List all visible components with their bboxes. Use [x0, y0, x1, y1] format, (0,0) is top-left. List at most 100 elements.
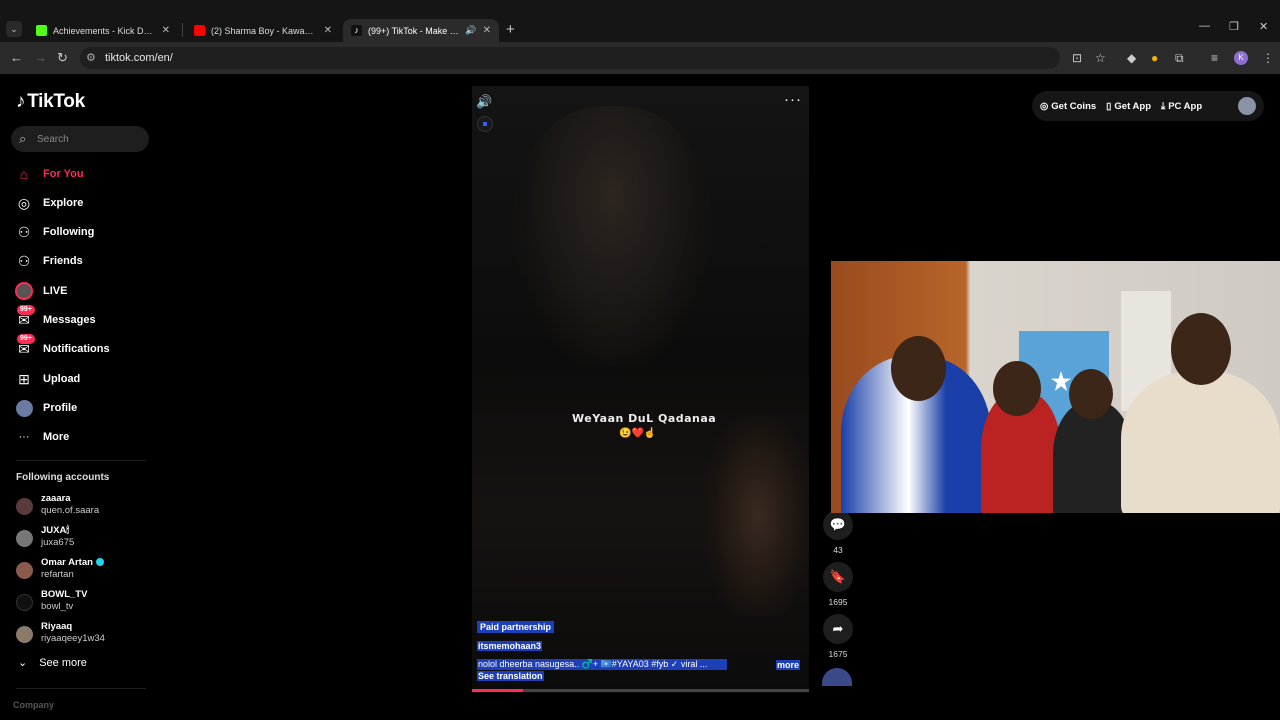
extension-icon[interactable]: ◆: [1127, 51, 1136, 65]
account-handle: refartan: [41, 569, 74, 580]
install-app-icon[interactable]: ⊡: [1072, 51, 1082, 65]
messages-badge: 99+: [17, 305, 35, 315]
account-handle: bowl_tv: [41, 601, 74, 612]
tab-tiktok[interactable]: ♪ (99+) TikTok - Make Your Day 🔊 ✕: [343, 19, 499, 42]
site-info-icon[interactable]: ⚙: [86, 51, 96, 64]
search-icon: ⌕: [19, 131, 27, 146]
nav-following[interactable]: ⚇ Following: [14, 221, 95, 243]
comment-action[interactable]: 💬 43: [822, 510, 854, 555]
account-handle: quen.of.saara: [41, 505, 100, 516]
media-controls-icon[interactable]: ≡: [1211, 51, 1218, 65]
nav-friends[interactable]: ⚇ Friends: [14, 250, 83, 272]
audio-playing-icon[interactable]: 🔊: [465, 25, 476, 36]
search-input[interactable]: [37, 130, 141, 148]
account-handle: riyaaqeey1w34: [41, 633, 105, 644]
messages-icon: ✉ 99+: [14, 305, 35, 330]
tiktok-logo[interactable]: ♪ TikTok: [16, 91, 85, 113]
tiktok-favicon-icon: ♪: [351, 25, 362, 36]
account-name: Omar Artan: [41, 557, 93, 568]
extension-coin-icon[interactable]: ●: [1151, 51, 1158, 65]
kick-favicon-icon: [36, 25, 47, 36]
extensions-puzzle-icon[interactable]: ⧉: [1175, 51, 1184, 66]
see-more-button[interactable]: ⌄ See more: [18, 656, 87, 670]
close-window-button[interactable]: ✕: [1259, 20, 1268, 33]
browser-menu-icon[interactable]: ⋮: [1262, 51, 1274, 65]
get-coins-button[interactable]: ◎ Get Coins: [1040, 101, 1096, 112]
video-author-link[interactable]: itsmemohaan3: [477, 641, 543, 651]
volume-icon[interactable]: 🔊: [476, 94, 492, 110]
tiktok-note-icon: ♪: [16, 91, 26, 112]
nav-profile[interactable]: Profile: [14, 397, 77, 419]
video-overlay-emoji: 😉❤️☝️: [619, 428, 657, 439]
see-translation-button[interactable]: See translation: [477, 671, 544, 681]
nav-live[interactable]: LIVE: [14, 280, 67, 302]
nav-label: Following: [43, 226, 95, 238]
tab-close-icon[interactable]: ✕: [162, 25, 170, 36]
bookmark-star-icon[interactable]: ☆: [1095, 51, 1106, 65]
avatar: [16, 530, 33, 547]
notifications-badge: 99+: [17, 334, 35, 344]
nav-notifications[interactable]: ✉ 99+ Notifications: [14, 334, 110, 360]
following-icon: ⚇: [17, 223, 31, 240]
music-disc-avatar[interactable]: [822, 668, 852, 686]
nav-messages[interactable]: ✉ 99+ Messages: [14, 305, 96, 331]
friends-icon: ⚇: [17, 252, 31, 269]
video-more-options-icon[interactable]: ···: [784, 91, 802, 108]
search-box[interactable]: ⌕: [11, 126, 149, 152]
coin-icon: ◎: [1040, 100, 1049, 112]
new-tab-button[interactable]: +: [506, 21, 515, 38]
more-icon: ···: [18, 431, 30, 443]
avatar: [16, 498, 33, 515]
tab-youtube[interactable]: (2) Sharma Boy - Kawadanaade ✕: [186, 19, 340, 42]
caption-more-button[interactable]: more: [776, 660, 801, 670]
get-coins-label: Get Coins: [1051, 100, 1097, 112]
person-head: [891, 336, 946, 401]
tab-title: (99+) TikTok - Make Your Day: [368, 25, 460, 36]
sidebar-divider: [16, 688, 146, 689]
person-head: [993, 361, 1041, 416]
save-action[interactable]: 🔖 1695: [822, 562, 854, 607]
person-head: [1069, 369, 1113, 419]
video-progress-bar[interactable]: [472, 689, 809, 692]
progress-fill: [472, 689, 523, 692]
reload-button[interactable]: ↻: [57, 50, 68, 66]
account-name: Riyaaq: [41, 621, 73, 632]
save-count: 1695: [828, 597, 848, 607]
forward-button[interactable]: →: [34, 50, 47, 65]
tab-title: Achievements - Kick Dashboard: [53, 25, 156, 36]
user-avatar[interactable]: [1238, 97, 1256, 115]
upload-icon: ⊞: [18, 370, 30, 387]
get-app-button[interactable]: ▯ Get App: [1106, 101, 1151, 112]
video-crowd: [707, 416, 809, 616]
video-subject: [512, 106, 712, 366]
pc-app-button[interactable]: ⤓ PC App: [1161, 101, 1202, 112]
tab-search-button[interactable]: ⌄: [6, 21, 22, 37]
video-player[interactable]: 🔊 ··· WeYaan DuL Qadanaa 😉❤️☝️ Paid part…: [472, 86, 809, 693]
share-action[interactable]: ➦ 1675: [822, 614, 854, 659]
get-app-label: Get App: [1114, 100, 1151, 112]
nav-label: Notifications: [43, 343, 110, 355]
maximize-button[interactable]: ❐: [1229, 20, 1239, 33]
account-name: JUXA🕯: [41, 525, 70, 536]
paid-partnership-label: Paid partnership: [477, 621, 555, 633]
company-link[interactable]: Company: [13, 700, 54, 710]
nav-label: Friends: [43, 255, 83, 267]
nav-more[interactable]: ··· More: [14, 426, 70, 448]
live-icon: [14, 281, 34, 301]
nav-label: LIVE: [43, 285, 68, 297]
url-text: tiktok.com/en/: [105, 52, 173, 64]
address-bar[interactable]: ⚙ tiktok.com/en/: [80, 47, 1060, 69]
tab-close-icon[interactable]: ✕: [324, 25, 332, 36]
browser-profile-avatar[interactable]: K: [1234, 51, 1248, 65]
account-name: BOWL_TV: [41, 589, 88, 600]
tab-close-icon[interactable]: ✕: [483, 25, 491, 36]
browser-tab-strip: ⌄ Achievements - Kick Dashboard ✕ (2) Sh…: [0, 0, 1280, 42]
avatar: [16, 594, 33, 611]
following-accounts-title: Following accounts: [16, 472, 110, 483]
tab-kick-dashboard[interactable]: Achievements - Kick Dashboard ✕: [28, 19, 178, 42]
nav-upload[interactable]: ⊞ Upload: [14, 368, 80, 390]
nav-explore[interactable]: ◎ Explore: [14, 192, 83, 214]
minimize-button[interactable]: —: [1199, 20, 1210, 32]
back-button[interactable]: ←: [10, 50, 23, 65]
nav-for-you[interactable]: ⌂ For You: [14, 163, 84, 185]
